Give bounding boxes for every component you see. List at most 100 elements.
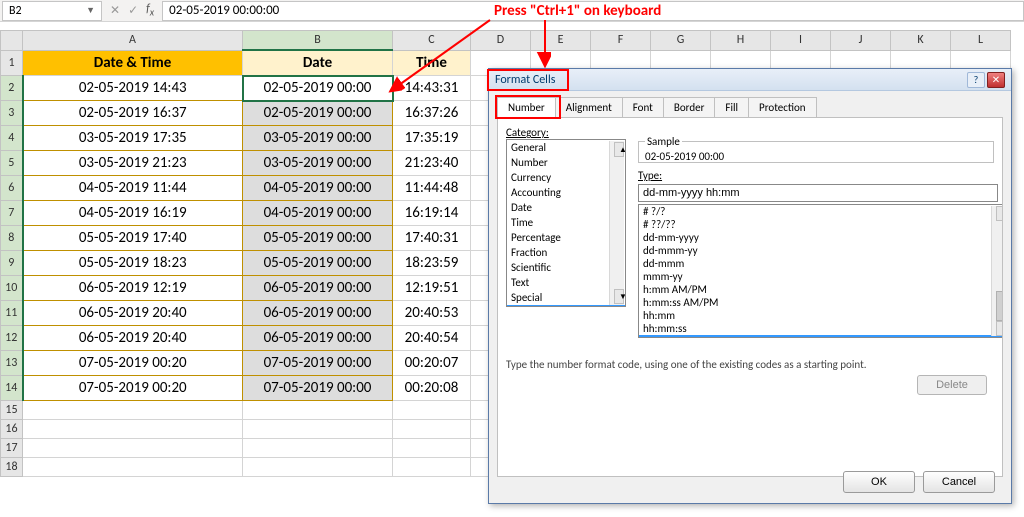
- cell-C6[interactable]: 11:44:48: [393, 176, 471, 201]
- cell-B10[interactable]: 06-05-2019 00:00: [243, 276, 393, 301]
- cell-C9[interactable]: 18:23:59: [393, 251, 471, 276]
- scrollbar[interactable]: ▲ ▼: [991, 206, 1003, 336]
- fx-icon[interactable]: fx: [146, 2, 154, 18]
- category-item[interactable]: Percentage: [507, 230, 625, 245]
- cell-B6[interactable]: 04-05-2019 00:00: [243, 176, 393, 201]
- row-header-3[interactable]: 3: [1, 101, 23, 126]
- row-header-8[interactable]: 8: [1, 226, 23, 251]
- type-list-item[interactable]: # ??/??: [639, 218, 1003, 231]
- category-item[interactable]: Special: [507, 290, 625, 305]
- cancel-button[interactable]: Cancel: [923, 471, 995, 493]
- close-icon[interactable]: ✕: [987, 72, 1005, 88]
- cell-C17[interactable]: [393, 439, 471, 458]
- cell-C3[interactable]: 16:37:26: [393, 101, 471, 126]
- col-header-L[interactable]: L: [951, 31, 1011, 51]
- row-header-4[interactable]: 4: [1, 126, 23, 151]
- row-header-13[interactable]: 13: [1, 351, 23, 376]
- row-header-14[interactable]: 14: [1, 376, 23, 401]
- cell-C16[interactable]: [393, 420, 471, 439]
- cell-C11[interactable]: 20:40:53: [393, 301, 471, 326]
- row-header-10[interactable]: 10: [1, 276, 23, 301]
- cell-A7[interactable]: 04-05-2019 16:19: [23, 201, 243, 226]
- type-list-item[interactable]: mmm-yy: [639, 270, 1003, 283]
- cell-C15[interactable]: [393, 401, 471, 420]
- name-box[interactable]: B2 ▼: [2, 1, 102, 21]
- cell-A2[interactable]: 02-05-2019 14:43: [23, 76, 243, 101]
- cell-B14[interactable]: 07-05-2019 00:00: [243, 376, 393, 401]
- cell-B15[interactable]: [243, 401, 393, 420]
- cell-A1[interactable]: Date & Time: [23, 50, 243, 76]
- row-header-7[interactable]: 7: [1, 201, 23, 226]
- col-header-C[interactable]: C: [393, 31, 471, 51]
- cell-B1[interactable]: Date: [243, 50, 393, 76]
- cell-B18[interactable]: [243, 458, 393, 477]
- cell-B3[interactable]: 02-05-2019 00:00: [243, 101, 393, 126]
- cell-A5[interactable]: 03-05-2019 21:23: [23, 151, 243, 176]
- cell-B5[interactable]: 03-05-2019 00:00: [243, 151, 393, 176]
- cell-A12[interactable]: 06-05-2019 20:40: [23, 326, 243, 351]
- type-list-item[interactable]: dd-mm-yyyy: [639, 231, 1003, 244]
- row-header-1[interactable]: 1: [1, 50, 23, 76]
- col-header-I[interactable]: I: [771, 31, 831, 51]
- col-header-B[interactable]: B: [243, 31, 393, 51]
- category-item[interactable]: Number: [507, 155, 625, 170]
- cell-C13[interactable]: 00:20:07: [393, 351, 471, 376]
- col-header-G[interactable]: G: [651, 31, 711, 51]
- cell-A18[interactable]: [23, 458, 243, 477]
- cell-A4[interactable]: 03-05-2019 17:35: [23, 126, 243, 151]
- cell-B9[interactable]: 05-05-2019 00:00: [243, 251, 393, 276]
- cell-C1[interactable]: Time: [393, 50, 471, 76]
- tab-border[interactable]: Border: [663, 97, 716, 117]
- accept-formula-icon[interactable]: ✓: [128, 3, 138, 18]
- category-item[interactable]: Currency: [507, 170, 625, 185]
- row-header-18[interactable]: 18: [1, 458, 23, 477]
- category-item[interactable]: Fraction: [507, 245, 625, 260]
- cell-B16[interactable]: [243, 420, 393, 439]
- chevron-down-icon[interactable]: ▼: [86, 5, 95, 16]
- row-header-9[interactable]: 9: [1, 251, 23, 276]
- cell-A3[interactable]: 02-05-2019 16:37: [23, 101, 243, 126]
- type-list-item[interactable]: h:mm AM/PM: [639, 283, 1003, 296]
- cell-A9[interactable]: 05-05-2019 18:23: [23, 251, 243, 276]
- scroll-up-icon[interactable]: ▲: [614, 142, 624, 157]
- cell-C7[interactable]: 16:19:14: [393, 201, 471, 226]
- type-list-item[interactable]: dd-mmm: [639, 257, 1003, 270]
- category-item[interactable]: General: [507, 140, 625, 155]
- cancel-formula-icon[interactable]: ✕: [110, 3, 120, 18]
- type-list-item[interactable]: dd-mmm-yy: [639, 244, 1003, 257]
- tab-protection[interactable]: Protection: [748, 97, 817, 117]
- col-header-F[interactable]: F: [591, 31, 651, 51]
- cell-C12[interactable]: 20:40:54: [393, 326, 471, 351]
- cell-C14[interactable]: 00:20:08: [393, 376, 471, 401]
- col-header-J[interactable]: J: [831, 31, 891, 51]
- cell-C10[interactable]: 12:19:51: [393, 276, 471, 301]
- row-header-5[interactable]: 5: [1, 151, 23, 176]
- type-list-item[interactable]: hh:mm:ss: [639, 322, 1003, 335]
- cell-B4[interactable]: 03-05-2019 00:00: [243, 126, 393, 151]
- tab-fill[interactable]: Fill: [714, 97, 749, 117]
- row-header-17[interactable]: 17: [1, 439, 23, 458]
- cell-A11[interactable]: 06-05-2019 20:40: [23, 301, 243, 326]
- cell-A10[interactable]: 06-05-2019 12:19: [23, 276, 243, 301]
- category-item[interactable]: Text: [507, 275, 625, 290]
- help-icon[interactable]: ?: [967, 72, 985, 88]
- category-item[interactable]: Custom: [507, 305, 625, 307]
- cell-C8[interactable]: 17:40:31: [393, 226, 471, 251]
- cell-B7[interactable]: 04-05-2019 00:00: [243, 201, 393, 226]
- select-all[interactable]: [1, 31, 23, 51]
- col-header-E[interactable]: E: [531, 31, 591, 51]
- type-list-item[interactable]: dd-mm-yyyy hh:mm: [639, 335, 1003, 338]
- ok-button[interactable]: OK: [843, 471, 915, 493]
- scrollbar[interactable]: ▲ ▼: [609, 141, 624, 305]
- cell-A14[interactable]: 07-05-2019 00:20: [23, 376, 243, 401]
- cell-C18[interactable]: [393, 458, 471, 477]
- cell-C4[interactable]: 17:35:19: [393, 126, 471, 151]
- tab-font[interactable]: Font: [622, 97, 664, 117]
- cell-B12[interactable]: 06-05-2019 00:00: [243, 326, 393, 351]
- type-list-item[interactable]: h:mm:ss AM/PM: [639, 296, 1003, 309]
- cell-A17[interactable]: [23, 439, 243, 458]
- delete-button[interactable]: Delete: [917, 375, 987, 395]
- row-header-2[interactable]: 2: [1, 76, 23, 101]
- category-item[interactable]: Accounting: [507, 185, 625, 200]
- cell-B13[interactable]: 07-05-2019 00:00: [243, 351, 393, 376]
